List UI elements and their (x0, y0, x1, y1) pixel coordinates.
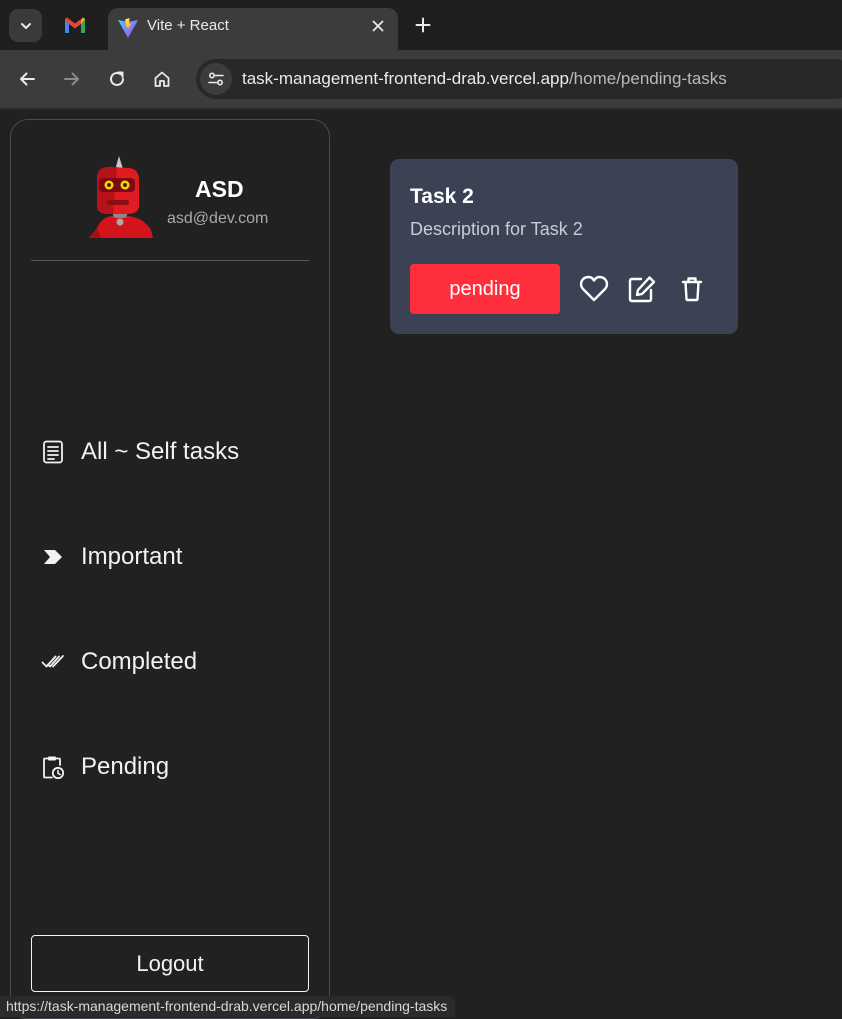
reload-icon (110, 71, 124, 86)
forward-button[interactable] (59, 66, 85, 92)
sidebar-item-label: All ~ Self tasks (81, 438, 240, 465)
edit-button[interactable] (626, 273, 658, 305)
sidebar-item-all-self-tasks[interactable]: All ~ Self tasks (41, 430, 301, 474)
double-check-icon (41, 655, 64, 668)
plus-icon (415, 17, 431, 33)
clipboard-clock-icon (43, 756, 64, 779)
close-icon (372, 20, 384, 32)
sidebar-item-completed[interactable]: Completed (41, 640, 301, 684)
heart-icon (579, 275, 609, 302)
logout-button[interactable]: Logout (31, 935, 309, 992)
back-arrow-icon (20, 72, 35, 86)
address-bar[interactable]: task-management-frontend-drab.vercel.app… (196, 59, 842, 99)
document-icon (43, 440, 63, 464)
trash-icon (681, 277, 703, 302)
home-button[interactable] (149, 66, 175, 92)
reload-button[interactable] (104, 66, 130, 92)
edit-icon (628, 276, 656, 303)
url-host: task-management-frontend-drab.vercel.app (242, 69, 569, 88)
label-arrow-icon (44, 550, 62, 564)
sidebar-item-label: Completed (81, 648, 198, 675)
gmail-icon (65, 17, 85, 33)
avatar (89, 156, 153, 238)
sidebar-item-label: Important (81, 543, 183, 570)
user-name: ASD (195, 176, 244, 202)
task-title: Task 2 (410, 185, 474, 208)
forward-arrow-icon (64, 72, 79, 86)
home-icon (154, 71, 170, 87)
browser-tab-strip: Vite + React (0, 0, 842, 50)
user-profile: ASD asd@dev.com (11, 120, 329, 260)
status-bar-url: https://task-management-frontend-drab.ve… (0, 996, 456, 1017)
task-description: Description for Task 2 (410, 219, 583, 239)
vite-icon (118, 18, 138, 38)
sidebar-item-pending[interactable]: Pending (41, 745, 301, 789)
browser-toolbar: task-management-frontend-drab.vercel.app… (0, 50, 842, 108)
favorite-button[interactable] (578, 273, 610, 305)
sidebar-item-important[interactable]: Important (41, 535, 301, 579)
sidebar: ASD asd@dev.com All ~ Self tasks Importa… (10, 119, 330, 1019)
site-info-button[interactable] (200, 63, 232, 95)
tab-title: Vite + React (147, 17, 229, 34)
pinned-tab-gmail[interactable] (58, 8, 92, 42)
sidebar-item-label: Pending (81, 753, 170, 780)
status-button[interactable]: pending (410, 264, 560, 314)
toolbar-divider (0, 108, 842, 110)
tune-icon (208, 72, 224, 86)
tab-search-button[interactable] (9, 9, 42, 42)
task-card: Task 2 Description for Task 2 pending (390, 159, 738, 334)
url-text[interactable]: task-management-frontend-drab.vercel.app… (242, 69, 727, 89)
new-tab-button[interactable] (412, 14, 434, 36)
back-button[interactable] (14, 66, 40, 92)
profile-divider (31, 260, 309, 261)
chevron-down-icon (20, 22, 31, 29)
close-tab-button[interactable] (368, 16, 388, 36)
active-tab[interactable]: Vite + React (108, 8, 398, 50)
delete-button[interactable] (676, 273, 708, 305)
user-email: asd@dev.com (167, 210, 269, 227)
url-path: /home/pending-tasks (568, 69, 727, 88)
